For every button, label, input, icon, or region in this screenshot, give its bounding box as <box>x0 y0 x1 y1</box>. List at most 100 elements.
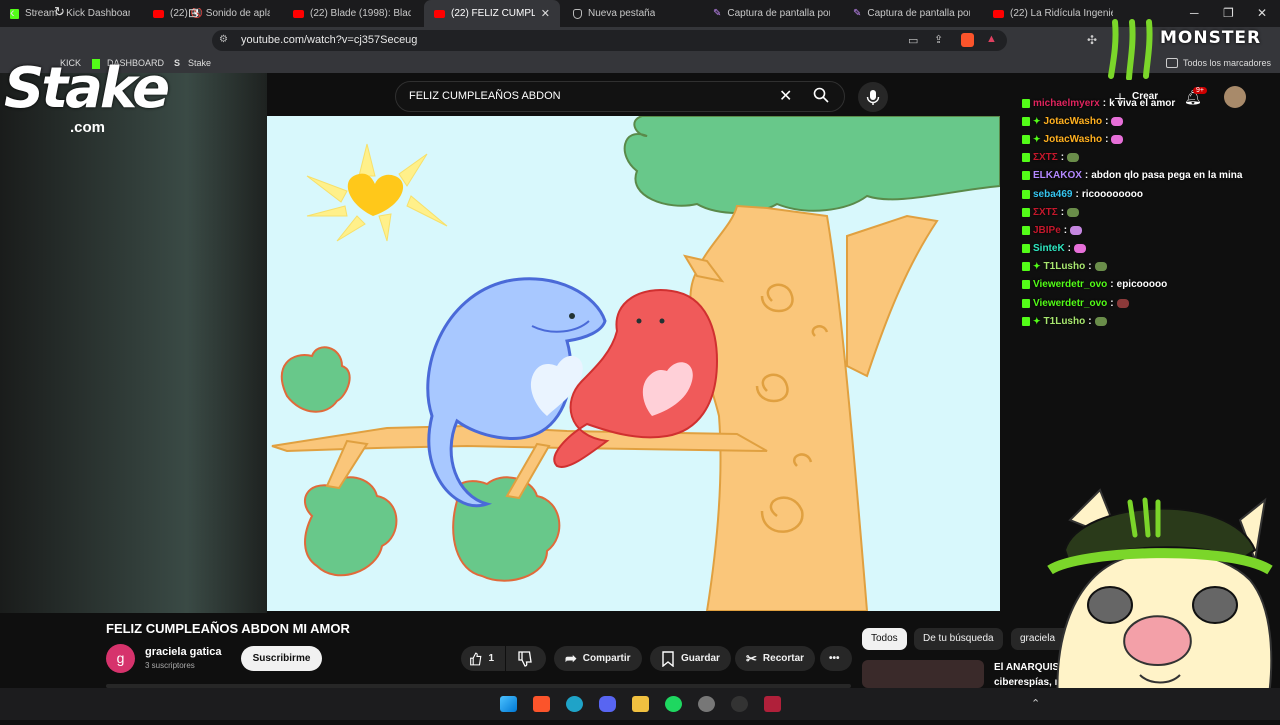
share-arrow-icon: ➦ <box>565 650 577 666</box>
all-bookmarks[interactable]: Todos los marcadores <box>1183 58 1271 68</box>
system-tray-chevron-icon[interactable]: ⌃ <box>1031 697 1040 710</box>
like-count: 1 <box>488 653 494 664</box>
dislike-button[interactable] <box>506 646 546 671</box>
forward-icon[interactable]: › <box>33 4 38 20</box>
share-button[interactable]: ➦ Compartir <box>554 646 642 671</box>
back-icon[interactable]: ‹ <box>10 4 15 20</box>
chat-username[interactable]: ΣXTΣ <box>1033 207 1058 218</box>
file-explorer-icon[interactable] <box>632 696 649 712</box>
chat-emote-icon <box>1067 153 1080 163</box>
folder-icon <box>1166 58 1178 68</box>
chat-username[interactable]: ELKAKOX <box>1033 170 1082 181</box>
close-window-button[interactable]: ✕ <box>1257 6 1267 20</box>
thumbs-down-icon <box>518 650 532 667</box>
pen-icon: ✎ <box>713 8 722 19</box>
youtube-icon <box>293 9 304 18</box>
chat-username[interactable]: SinteK <box>1033 243 1065 254</box>
browser-tab[interactable]: Nueva pestaña <box>563 0 700 27</box>
valorant-taskbar-icon[interactable] <box>764 696 781 712</box>
cast-icon[interactable]: ▭ <box>908 34 918 47</box>
video-title: FELIZ CUMPLEAÑOS ABDON MI AMOR <box>106 621 350 636</box>
brave-rewards-icon[interactable]: ▲ <box>986 33 997 45</box>
minimize-button[interactable]: ─ <box>1190 6 1199 20</box>
maximize-button[interactable]: ❐ <box>1223 6 1234 20</box>
subscribe-button[interactable]: Suscribirme <box>241 646 322 671</box>
save-bookmark-icon <box>662 650 674 667</box>
chat-username[interactable]: JotacWasho <box>1044 116 1103 127</box>
voice-search-button[interactable] <box>858 82 888 112</box>
extensions-icon[interactable]: ✣ <box>1087 33 1097 47</box>
chat-username[interactable]: seba469 <box>1033 189 1072 200</box>
chat-separator: : <box>1067 243 1072 255</box>
browser-tab[interactable]: (22) Blade (1998): Blade's <box>283 0 421 27</box>
site-info-icon[interactable]: ⚙ <box>219 34 228 45</box>
channel-avatar[interactable]: g <box>106 644 135 673</box>
chat-separator: : <box>1063 224 1068 236</box>
save-button[interactable]: Guardar <box>650 646 731 671</box>
clear-search-icon[interactable]: ✕ <box>779 86 792 106</box>
chat-username[interactable]: T1Lusho <box>1044 261 1086 272</box>
stake-bookmark-icon: S <box>174 58 181 68</box>
chat-emote-icon <box>1074 244 1087 254</box>
save-label: Guardar <box>681 653 720 664</box>
monster-logo: MONSTER <box>1160 28 1262 48</box>
chat-separator: : <box>1105 133 1109 145</box>
browser-tab[interactable]: (22) FELIZ CUMPLE ✕ <box>424 0 560 27</box>
chat-username[interactable]: ЈВIPe <box>1033 225 1061 236</box>
tab-title: (22) FELIZ CUMPLE <box>451 8 535 19</box>
url-text[interactable]: youtube.com/watch?v=cj357Seceug <box>241 34 417 46</box>
kick-badge-icon <box>1022 98 1030 108</box>
spotify-taskbar-icon[interactable] <box>665 696 682 712</box>
channel-name[interactable]: graciela gatica <box>145 646 221 658</box>
discord-taskbar-icon[interactable] <box>599 696 616 712</box>
mic-icon <box>866 90 880 105</box>
kick-badge-icon <box>1022 262 1030 272</box>
browser-tab[interactable]: ✎ Captura de pantalla por L <box>703 0 840 27</box>
bookmark-icon[interactable]: ⊡ <box>188 6 198 20</box>
kick-badge-icon <box>1022 116 1030 126</box>
chip-from-search[interactable]: De tu búsqueda <box>914 628 1003 650</box>
chat-username[interactable]: michaelmyerx <box>1033 98 1100 109</box>
obs-taskbar-icon[interactable] <box>698 696 715 712</box>
chat-emote-icon <box>1116 298 1129 308</box>
video-player[interactable] <box>267 116 1000 611</box>
app-taskbar-icon[interactable] <box>731 696 748 712</box>
chat-message: seba469 : ricoooooooo <box>1022 185 1272 203</box>
chip-all[interactable]: Todos <box>862 628 907 650</box>
chat-username[interactable]: Viewerdetr_ovo <box>1033 298 1107 309</box>
tab-title: (22) La Ridícula Ingeniería <box>1010 8 1113 19</box>
chat-username[interactable]: ΣXTΣ <box>1033 152 1058 163</box>
bookmark-stake[interactable]: Stake <box>188 58 211 68</box>
brave-shield-icon[interactable] <box>961 33 974 47</box>
chat-message: Viewerdetr_ovo : <box>1022 294 1272 312</box>
more-actions-button[interactable]: ••• <box>820 646 852 671</box>
kick-badge-icon <box>1022 134 1030 144</box>
chat-username[interactable]: Viewerdetr_ovo <box>1033 279 1107 290</box>
stake-logo: Stake <box>4 56 170 121</box>
shield-icon <box>573 8 582 19</box>
like-button[interactable]: 1 <box>461 646 505 671</box>
browser-tab[interactable]: ✎ Captura de pantalla por L <box>843 0 980 27</box>
clip-button[interactable]: ✂ Recortar <box>735 646 816 671</box>
search-icon[interactable] <box>813 87 829 103</box>
chat-message: SinteK : <box>1022 240 1272 258</box>
chat-username[interactable]: T1Lusho <box>1044 316 1086 327</box>
edge-taskbar-icon[interactable] <box>566 696 583 712</box>
subscriber-badge-icon: ✦ <box>1033 261 1041 272</box>
recommended-thumbnail[interactable] <box>862 660 984 688</box>
reload-icon[interactable]: ↻ <box>54 4 65 20</box>
chat-emote-icon <box>1111 116 1124 126</box>
search-query[interactable]: FELIZ CUMPLEAÑOS ABDON <box>409 90 561 102</box>
windows-start-icon[interactable] <box>500 696 517 712</box>
browser-tab[interactable]: (22) La Ridícula Ingeniería <box>983 0 1123 27</box>
tab-title: Stream - Kick Dashboard <box>25 8 130 19</box>
browser-tab[interactable]: (22) 🔇 Sonido de aplaus <box>143 0 280 27</box>
close-tab-icon[interactable]: ✕ <box>541 7 550 20</box>
chat-message: Viewerdetr_ovo : epicooooo <box>1022 276 1272 294</box>
share-icon[interactable]: ⇪ <box>934 33 943 46</box>
youtube-icon <box>153 9 164 18</box>
brave-taskbar-icon[interactable] <box>533 696 550 712</box>
chat-username[interactable]: JotacWasho <box>1044 134 1103 145</box>
browser-tab[interactable]: Stream - Kick Dashboard <box>0 0 140 27</box>
chat-message: ELKAKOX : abdon qlo pasa pega en la mina <box>1022 167 1272 185</box>
